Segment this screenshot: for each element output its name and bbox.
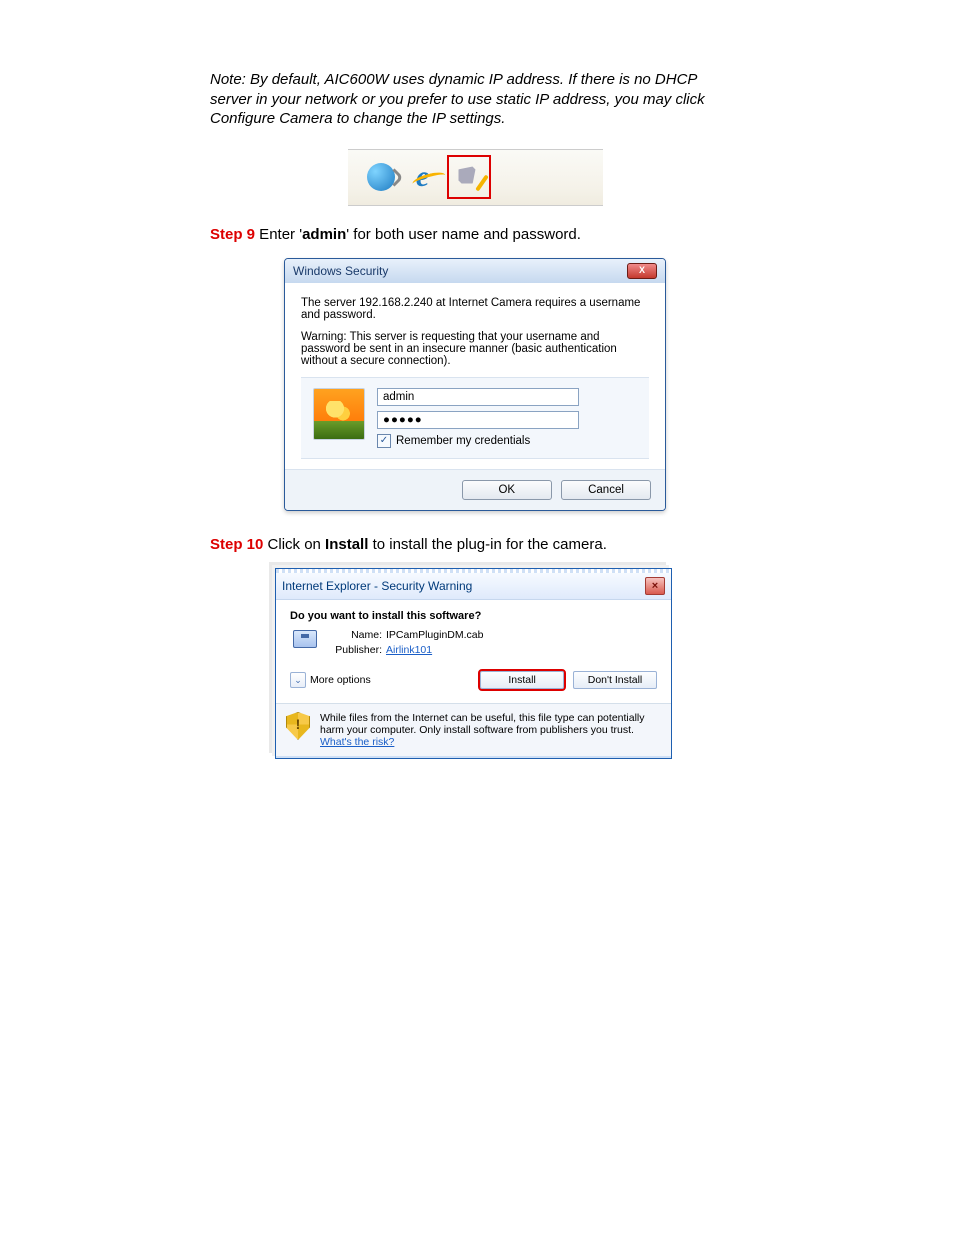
globe-search-icon	[363, 159, 399, 195]
remember-checkbox[interactable]: ✓	[377, 434, 391, 448]
close-icon[interactable]: X	[627, 263, 657, 279]
windows-security-dialog: Windows Security X The server 192.168.2.…	[284, 258, 666, 511]
credentials-panel: admin ●●●●● ✓ Remember my credentials	[301, 377, 649, 459]
dont-install-button[interactable]: Don't Install	[573, 671, 657, 689]
install-button[interactable]: Install	[480, 671, 564, 689]
file-name: IPCamPluginDM.cab	[386, 629, 483, 641]
shield-warning-icon	[286, 712, 310, 740]
username-input[interactable]: admin	[377, 388, 579, 406]
remember-label: Remember my credentials	[396, 435, 530, 447]
server-message: The server 192.168.2.240 at Internet Cam…	[301, 297, 649, 321]
cancel-button[interactable]: Cancel	[561, 480, 651, 500]
more-options-label[interactable]: More options	[310, 674, 371, 686]
step-10-text: Step 10 Click on Install to install the …	[210, 536, 740, 553]
step-10-label: Step 10	[210, 536, 263, 553]
user-avatar-icon	[313, 388, 365, 440]
step-9-text: Step 9 Enter 'admin' for both user name …	[210, 226, 740, 243]
publisher-link[interactable]: Airlink101	[386, 644, 432, 656]
step-9-label: Step 9	[210, 226, 255, 243]
ie-icon: e	[405, 159, 441, 195]
ok-button[interactable]: OK	[462, 480, 552, 500]
ie-dialog-title: Internet Explorer - Security Warning	[282, 579, 472, 593]
password-input[interactable]: ●●●●●	[377, 411, 579, 429]
footer-warning-text: While files from the Internet can be use…	[320, 712, 661, 748]
disk-icon	[293, 630, 317, 648]
more-options-toggle[interactable]: ⌄	[290, 672, 306, 688]
warning-message: Warning: This server is requesting that …	[301, 331, 649, 367]
ie-security-warning-dialog: Internet Explorer - Security Warning × D…	[275, 568, 672, 760]
dialog-title: Windows Security	[293, 264, 388, 278]
whats-the-risk-link[interactable]: What's the risk?	[320, 736, 394, 748]
note-text: Note: By default, AIC600W uses dynamic I…	[210, 70, 740, 129]
close-icon[interactable]: ×	[645, 577, 665, 595]
toolbar-screenshot: e	[348, 149, 603, 206]
install-question: Do you want to install this software?	[290, 610, 657, 622]
tools-icon-highlighted	[447, 155, 491, 199]
